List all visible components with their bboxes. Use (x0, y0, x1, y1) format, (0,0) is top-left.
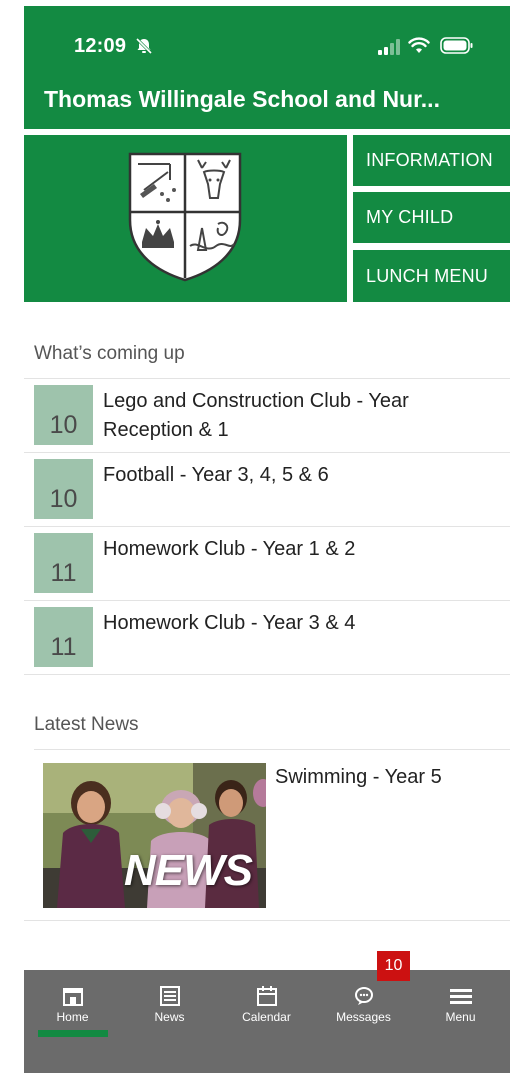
status-time: 12:09 (74, 35, 127, 57)
tab-label: Menu (445, 1010, 476, 1024)
messages-badge: 10 (377, 951, 410, 981)
event-date: 11 (34, 533, 93, 593)
signal-icon (378, 39, 400, 55)
battery-icon (440, 37, 473, 54)
event-row[interactable]: 11 Homework Club - Year 1 & 2 (24, 527, 510, 600)
event-date: 10 (34, 385, 93, 445)
news-item[interactable]: NEWS Swimming - Year 5 (24, 750, 510, 920)
tab-label: Messages (336, 1010, 391, 1024)
event-date: 10 (34, 459, 93, 519)
app-header: 12:09 Thomas Willingale School and Nur..… (24, 6, 510, 129)
school-crest-panel (24, 135, 347, 302)
tab-label: News (154, 1010, 185, 1024)
events-section-title: What’s coming up (34, 343, 185, 364)
information-button[interactable]: INFORMATION (353, 135, 510, 186)
lunch-menu-button[interactable]: LUNCH MENU (353, 250, 510, 302)
event-row[interactable]: 10 Football - Year 3, 4, 5 & 6 (24, 453, 510, 526)
divider (24, 674, 510, 675)
messages-icon (354, 987, 373, 1005)
news-title: Swimming - Year 5 (275, 766, 442, 788)
tab-label: Calendar (242, 1010, 291, 1024)
menu-icon (449, 989, 472, 1004)
tab-news[interactable]: News (121, 970, 218, 1040)
news-thumb-text: NEWS (124, 846, 253, 895)
event-row[interactable]: 11 Homework Club - Year 3 & 4 (24, 601, 510, 674)
event-title: Homework Club - Year 3 & 4 (103, 612, 356, 634)
tab-label: Home (56, 1010, 89, 1024)
news-thumbnail: NEWS (43, 763, 266, 908)
app-title: Thomas Willingale School and Nur... (44, 86, 440, 112)
hero-section: INFORMATION MY CHILD LUNCH MENU (24, 135, 510, 302)
my-child-button[interactable]: MY CHILD (353, 192, 510, 243)
calendar-icon (256, 986, 277, 1006)
app-screen: 12:09 Thomas Willingale School and Nur..… (24, 6, 510, 1073)
event-title: Lego and Construction Club - Year Recept… (103, 390, 409, 441)
tab-calendar[interactable]: Calendar (218, 970, 315, 1040)
wifi-icon (408, 37, 430, 53)
news-icon (159, 986, 180, 1006)
divider (24, 920, 510, 921)
tab-home[interactable]: Home (24, 970, 121, 1040)
event-title: Football - Year 3, 4, 5 & 6 (103, 464, 329, 486)
event-title: Homework Club - Year 1 & 2 (103, 538, 356, 560)
page: 12:09 Thomas Willingale School and Nur..… (0, 0, 510, 1073)
silent-bell-icon (135, 37, 153, 55)
home-icon (62, 988, 83, 1006)
event-row[interactable]: 10 Lego and Construction Club - Year Rec… (24, 379, 510, 452)
event-date: 11 (34, 607, 93, 667)
tab-menu[interactable]: Menu (412, 970, 509, 1040)
school-crest-logo (128, 152, 242, 282)
news-section-title: Latest News (34, 714, 139, 735)
active-tab-indicator (38, 1030, 108, 1037)
bottom-tab-bar: Home News Calendar Messages Menu 10 (24, 951, 510, 1073)
